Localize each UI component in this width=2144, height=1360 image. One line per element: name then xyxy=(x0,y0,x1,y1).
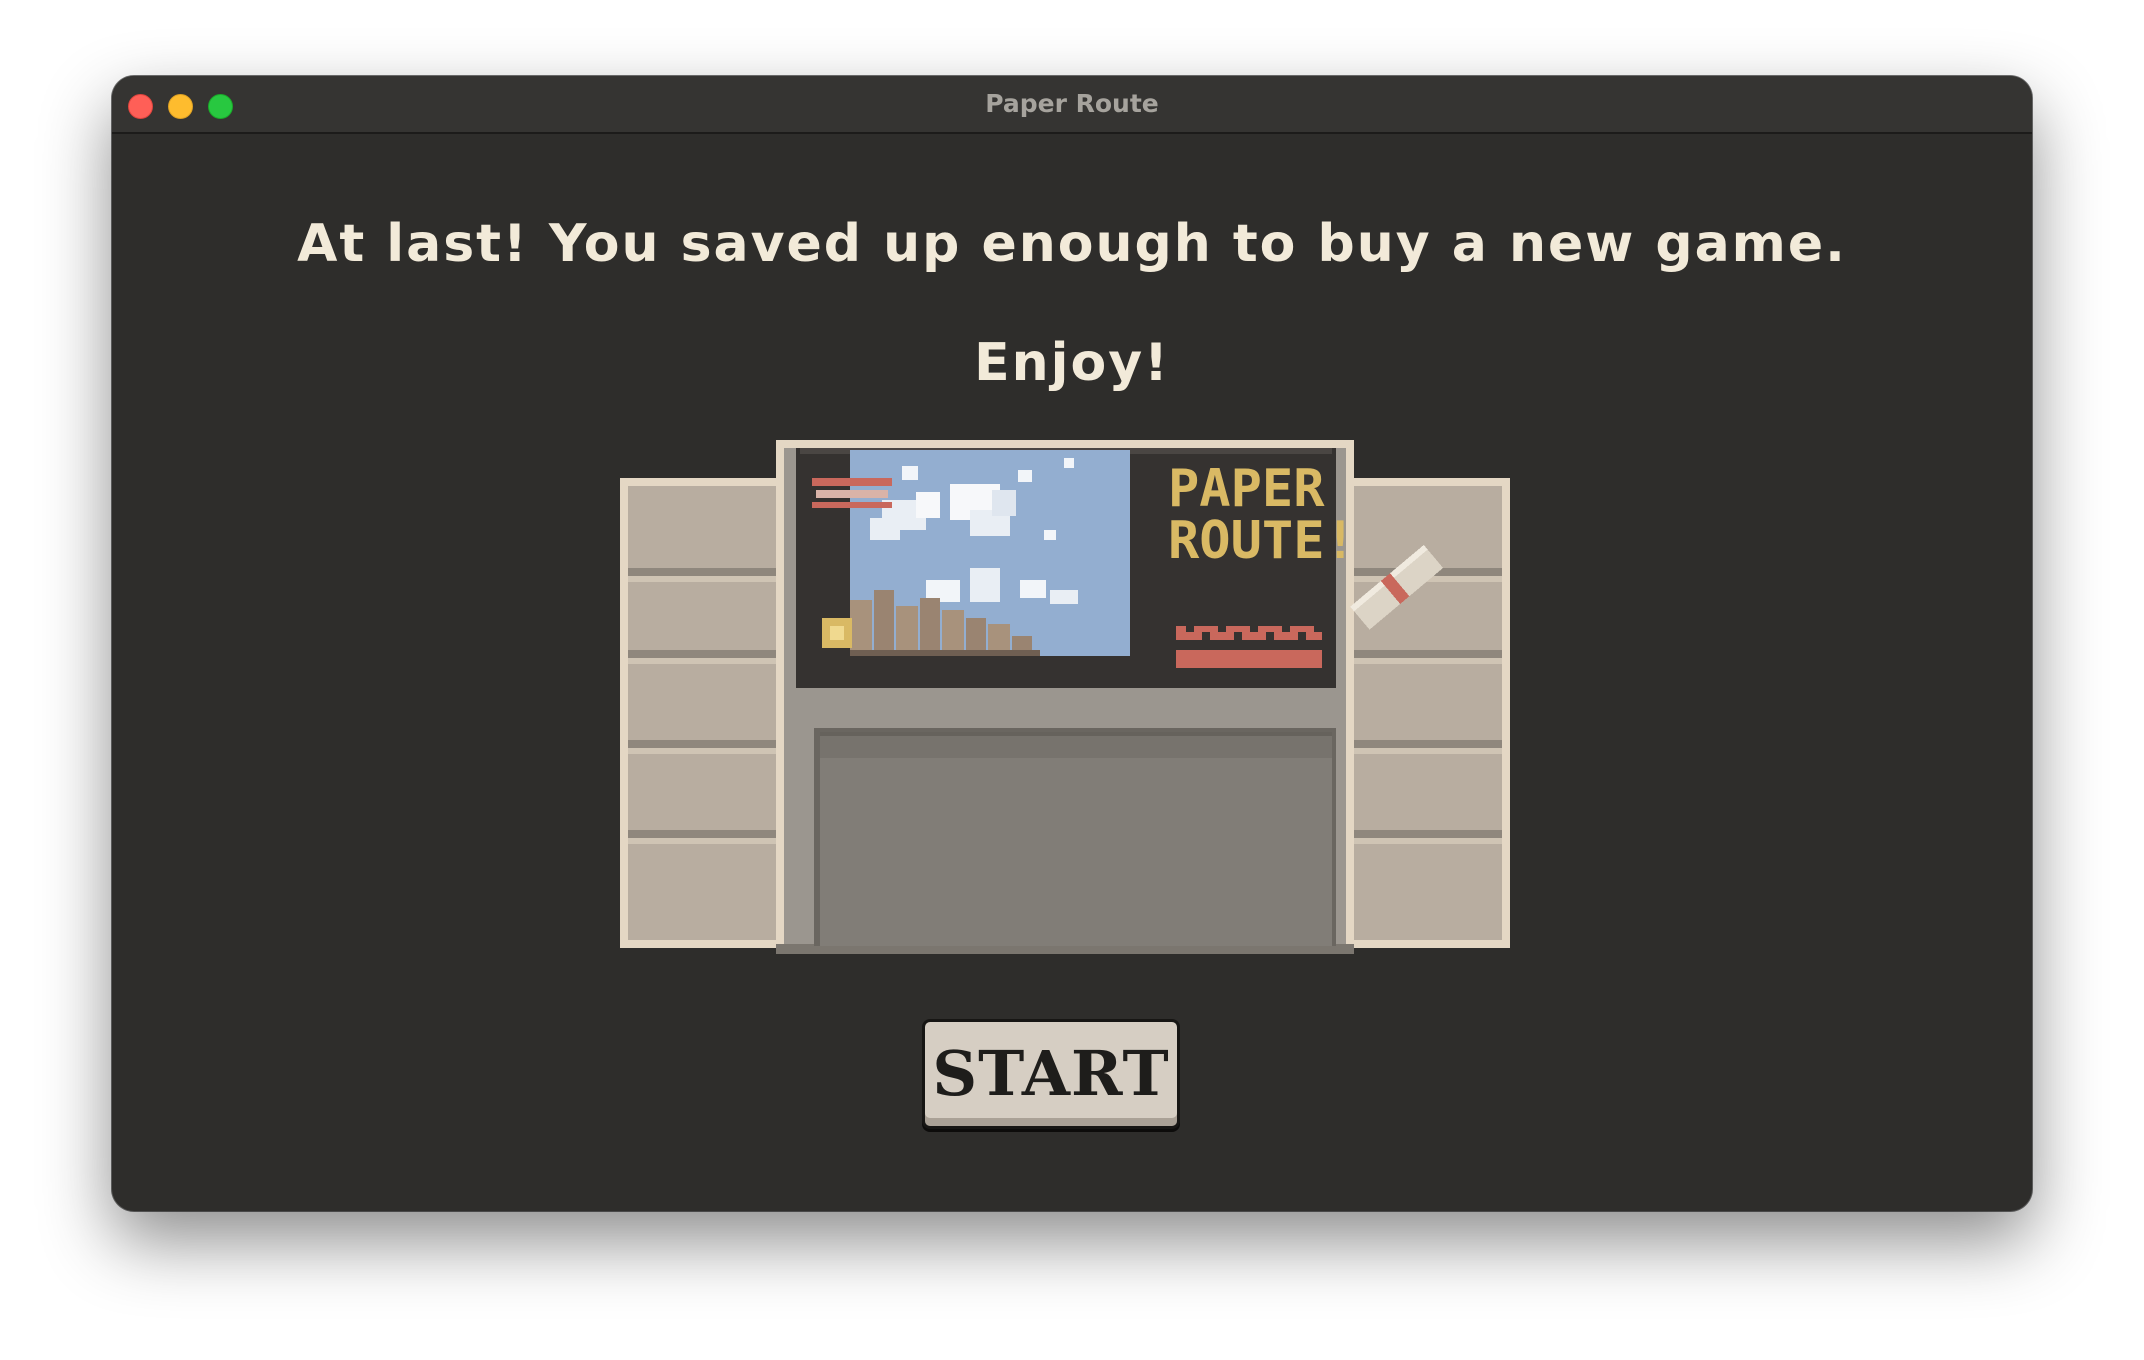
congrats-message: At last! You saved up enough to buy a ne… xyxy=(297,214,1847,274)
game-cartridge-image: PAPER ROUTE! xyxy=(620,440,1510,954)
start-button-label: START xyxy=(932,1037,1170,1110)
cartridge-title-line1: PAPER xyxy=(1168,459,1325,519)
title-bar: Paper Route xyxy=(112,76,2032,134)
window-title: Paper Route xyxy=(985,89,1159,118)
cartridge-left-grip xyxy=(620,478,788,948)
cartridge-title-line2: ROUTE! xyxy=(1168,511,1356,571)
enjoy-message: Enjoy! xyxy=(974,333,1170,393)
app-window: Paper Route At last! You saved up enough… xyxy=(112,76,2032,1211)
start-button[interactable]: START xyxy=(922,1019,1180,1129)
